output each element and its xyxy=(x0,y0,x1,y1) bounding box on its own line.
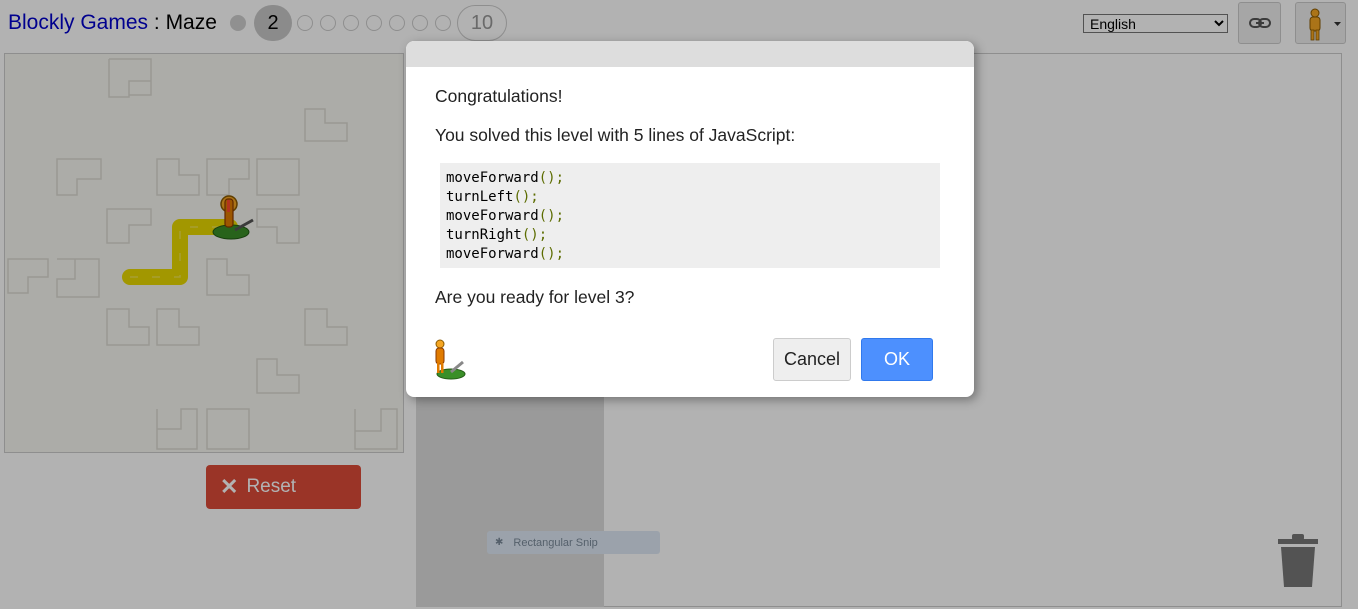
congratulations-dialog: Congratulations! You solved this level w… xyxy=(406,41,974,397)
code-line: turnRight(); xyxy=(446,227,548,243)
code-line: moveForward(); xyxy=(446,170,565,186)
dialog-solved-text: You solved this level with 5 lines of Ja… xyxy=(435,125,796,145)
dialog-next-prompt: Are you ready for level 3? xyxy=(435,287,635,307)
code-listing: moveForward(); turnLeft(); moveForward()… xyxy=(440,163,940,268)
code-line: moveForward(); xyxy=(446,208,565,224)
dialog-congrats-text: Congratulations! xyxy=(435,86,563,106)
ok-button[interactable]: OK xyxy=(861,338,933,381)
cancel-button[interactable]: Cancel xyxy=(773,338,851,381)
dialog-title-bar[interactable] xyxy=(406,41,974,67)
code-line: moveForward(); xyxy=(446,246,565,262)
pegman-icon xyxy=(435,339,466,380)
code-line: turnLeft(); xyxy=(446,189,539,205)
